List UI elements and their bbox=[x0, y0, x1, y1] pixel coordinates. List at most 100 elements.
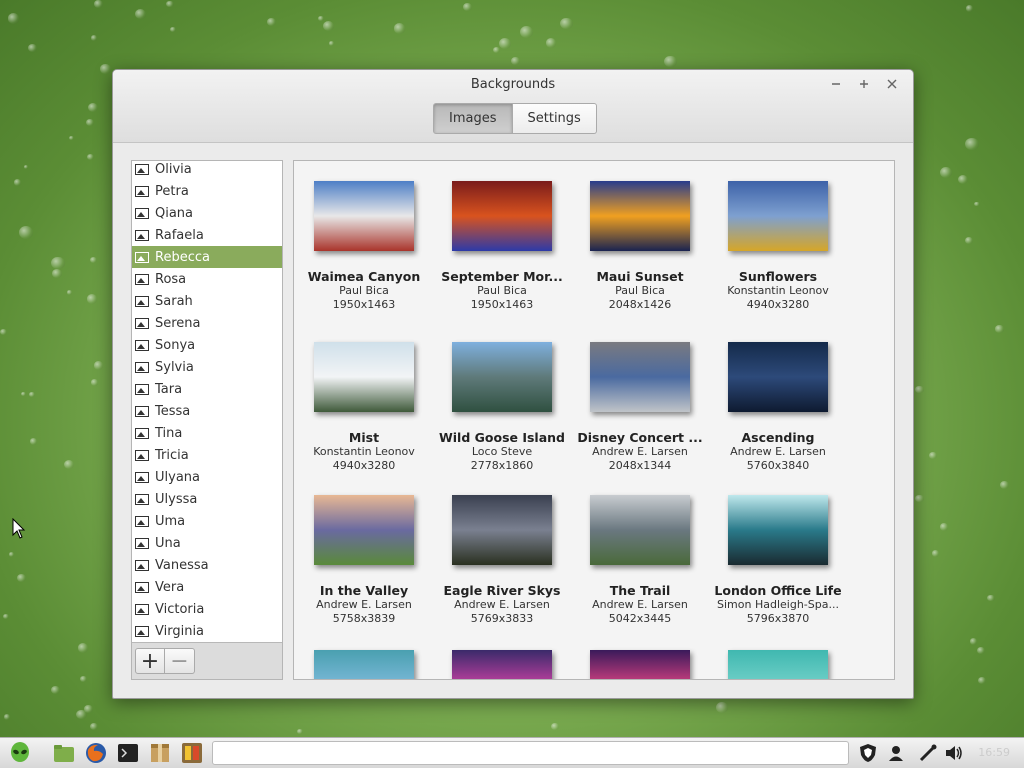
sidebar-item-qiana[interactable]: Qiana bbox=[132, 202, 282, 224]
wallpaper-item[interactable]: Eagle River Skys Andrew E. Larsen 5769x383… bbox=[433, 495, 571, 626]
wallpaper-thumbnail bbox=[590, 342, 690, 412]
water-drop bbox=[939, 523, 949, 532]
wallpaper-author: Konstantin Leonov bbox=[727, 284, 829, 297]
water-drop bbox=[13, 179, 22, 187]
water-drop bbox=[463, 2, 472, 11]
sidebar-item-rafaela[interactable]: Rafaela bbox=[132, 224, 282, 246]
wallpaper-item[interactable] bbox=[433, 650, 571, 679]
sidebar-item-sarah[interactable]: Sarah bbox=[132, 290, 282, 312]
sidebar-item-label: Tricia bbox=[155, 447, 189, 463]
wallpaper-resolution: 5760x3840 bbox=[746, 459, 810, 472]
image-grid: Waimea Canyon Paul Bica 1950x1463 September… bbox=[293, 160, 895, 680]
water-drop bbox=[23, 165, 28, 170]
sidebar-item-tara[interactable]: Tara bbox=[132, 378, 282, 400]
wallpaper-item[interactable] bbox=[709, 650, 847, 679]
wallpaper-item[interactable]: Disney Concert ... Andrew E. Larsen 2048x1… bbox=[571, 342, 709, 473]
water-drop bbox=[318, 15, 324, 21]
wallpaper-item[interactable]: The Trail Andrew E. Larsen 5042x3445 bbox=[571, 495, 709, 626]
image-icon bbox=[135, 493, 149, 505]
water-drop bbox=[29, 438, 37, 445]
wallpaper-item[interactable] bbox=[295, 650, 433, 679]
sidebar-toolbar: + − bbox=[132, 642, 282, 679]
sidebar-item-virginia[interactable]: Virginia bbox=[132, 620, 282, 642]
image-icon bbox=[135, 273, 149, 285]
water-drop bbox=[323, 21, 335, 32]
wallpaper-resolution: 2048x1344 bbox=[608, 459, 672, 472]
sidebar-item-petra[interactable]: Petra bbox=[132, 180, 282, 202]
wallpaper-author: Paul Bica bbox=[477, 284, 527, 297]
wallpaper-item[interactable]: Maui Sunset Paul Bica 2048x1426 bbox=[571, 181, 709, 312]
wallpaper-item[interactable]: Wild Goose Island Loco Steve 2778x1860 bbox=[433, 342, 571, 473]
clock[interactable]: 16:59 bbox=[978, 746, 1010, 759]
water-drop bbox=[84, 705, 93, 713]
sidebar-item-label: Olivia bbox=[155, 161, 192, 177]
wallpaper-resolution: 4940x3280 bbox=[746, 298, 810, 311]
sidebar-item-vanessa[interactable]: Vanessa bbox=[132, 554, 282, 576]
shield-icon bbox=[860, 744, 876, 762]
window-list[interactable] bbox=[212, 741, 849, 765]
sidebar-item-vera[interactable]: Vera bbox=[132, 576, 282, 598]
add-collection-button[interactable]: + bbox=[135, 648, 165, 674]
water-drop bbox=[550, 722, 559, 730]
wallpaper-item[interactable]: Mist Konstantin Leonov 4940x3280 bbox=[295, 342, 433, 473]
sidebar-item-victoria[interactable]: Victoria bbox=[132, 598, 282, 620]
image-icon bbox=[135, 537, 149, 549]
sidebar-item-label: Vanessa bbox=[155, 557, 209, 573]
sidebar-item-una[interactable]: Una bbox=[132, 532, 282, 554]
taskbar: 16:59 bbox=[0, 737, 1024, 768]
remove-collection-button[interactable]: − bbox=[165, 648, 195, 674]
file-manager-launcher[interactable] bbox=[52, 741, 76, 765]
water-drop bbox=[0, 328, 7, 336]
volume-tray[interactable] bbox=[942, 741, 966, 765]
sidebar-item-tessa[interactable]: Tessa bbox=[132, 400, 282, 422]
sidebar-item-sonya[interactable]: Sonya bbox=[132, 334, 282, 356]
wallpaper-item[interactable]: Waimea Canyon Paul Bica 1950x1463 bbox=[295, 181, 433, 312]
update-manager-tray[interactable] bbox=[856, 741, 880, 765]
sidebar-item-uma[interactable]: Uma bbox=[132, 510, 282, 532]
sidebar-item-serena[interactable]: Serena bbox=[132, 312, 282, 334]
water-drop bbox=[3, 714, 11, 720]
terminal-launcher[interactable] bbox=[116, 741, 140, 765]
wallpaper-item[interactable]: Sunflowers Konstantin Leonov 4940x3280 bbox=[709, 181, 847, 312]
alien-menu-icon bbox=[11, 742, 29, 762]
image-icon bbox=[135, 471, 149, 483]
sidebar-item-olivia[interactable]: Olivia bbox=[132, 161, 282, 180]
wallpaper-item[interactable] bbox=[571, 650, 709, 679]
image-icon bbox=[135, 559, 149, 571]
sidebar-item-tina[interactable]: Tina bbox=[132, 422, 282, 444]
network-tray[interactable] bbox=[916, 741, 940, 765]
water-drop bbox=[7, 13, 20, 24]
wallpaper-item[interactable]: London Office Life Simon Hadleigh-Spa... 5… bbox=[709, 495, 847, 626]
wallpaper-name: Wild Goose Island bbox=[438, 430, 566, 445]
menu-button[interactable] bbox=[8, 741, 32, 765]
minimize-button[interactable] bbox=[825, 75, 847, 93]
sidebar-item-label: Virginia bbox=[155, 623, 205, 639]
water-drop bbox=[393, 23, 406, 34]
water-drop bbox=[970, 638, 978, 645]
wallpaper-item[interactable]: September Mor... Paul Bica 1950x1463 bbox=[433, 181, 571, 312]
tab-settings[interactable]: Settings bbox=[512, 103, 597, 134]
sidebar-item-ulyana[interactable]: Ulyana bbox=[132, 466, 282, 488]
mouse-cursor-icon bbox=[12, 518, 26, 539]
wallpaper-item[interactable]: Ascending Andrew E. Larsen 5760x3840 bbox=[709, 342, 847, 473]
wallpaper-item[interactable]: In the Valley Andrew E. Larsen 5758x3839 bbox=[295, 495, 433, 626]
wallpaper-author: Paul Bica bbox=[339, 284, 389, 297]
close-button[interactable] bbox=[881, 75, 903, 93]
sidebar-item-ulyssa[interactable]: Ulyssa bbox=[132, 488, 282, 510]
sidebar-item-sylvia[interactable]: Sylvia bbox=[132, 356, 282, 378]
notifications-tray[interactable] bbox=[884, 741, 908, 765]
water-drop bbox=[974, 201, 980, 207]
sidebar-item-rosa[interactable]: Rosa bbox=[132, 268, 282, 290]
sidebar-item-label: Qiana bbox=[155, 205, 194, 221]
sidebar-item-tricia[interactable]: Tricia bbox=[132, 444, 282, 466]
image-icon bbox=[135, 449, 149, 461]
sidebar-item-rebecca[interactable]: Rebecca bbox=[132, 246, 282, 268]
wallpaper-author: Andrew E. Larsen bbox=[592, 598, 688, 611]
firefox-launcher[interactable] bbox=[84, 741, 108, 765]
software-manager-launcher[interactable] bbox=[148, 741, 172, 765]
maximize-button[interactable] bbox=[853, 75, 875, 93]
settings-window-button[interactable] bbox=[180, 741, 204, 765]
water-drop bbox=[69, 136, 74, 141]
tab-images[interactable]: Images bbox=[433, 103, 513, 134]
sidebar-item-label: Sonya bbox=[155, 337, 196, 353]
